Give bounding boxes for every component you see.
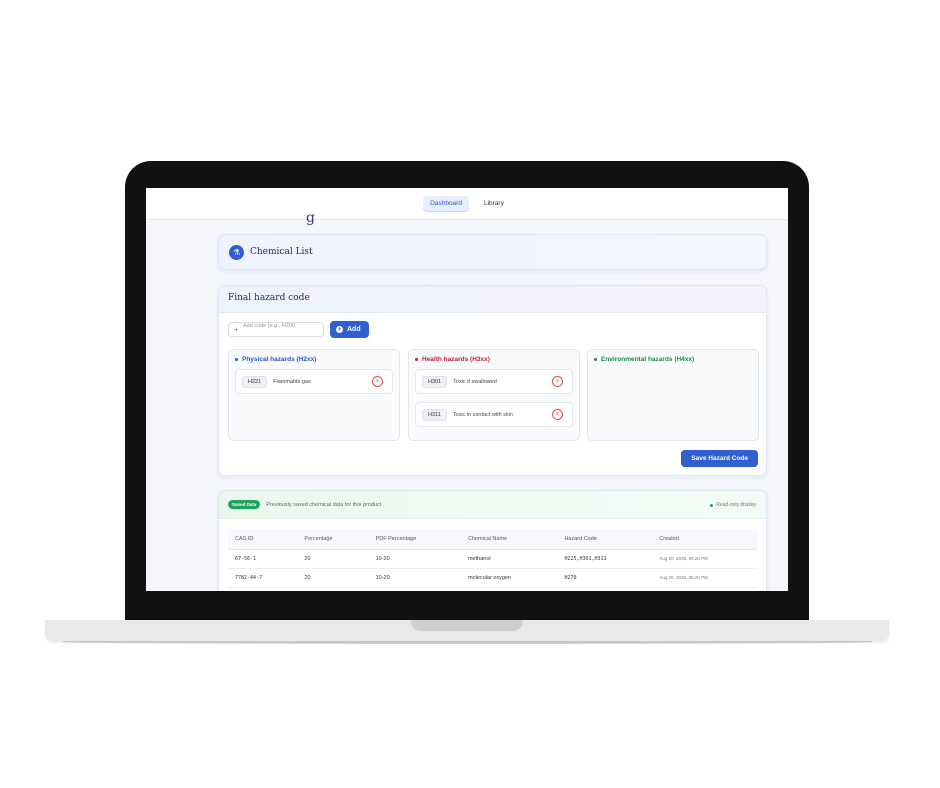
stage: Dashboard Library g ⚗ Chemical List Fina… [0, 0, 940, 788]
hazard-code-input[interactable]: + Add code (e.g., H200 [228, 322, 324, 337]
saved-data-card: Saved Data Previously saved chemical dat… [218, 490, 767, 591]
created-cell: Aug 20, 2025, 06:20 PM [652, 549, 758, 569]
hazard-code-placeholder: Add code (e.g., H200 [243, 323, 295, 329]
pdf-percentage-cell: 10-20 [368, 549, 461, 569]
health-hazards-column: Health hazards (H3xx) H301 Toxic if swal… [408, 349, 580, 441]
chemical-name-cell: molecular oxygen [460, 568, 558, 588]
read-only-indicator: Read-only display [710, 502, 756, 508]
table-header-row: CAS ID Percentage PDF Percentage Chemica… [228, 529, 758, 550]
hazard-description: Flammable gas [273, 378, 311, 385]
chemical-list-title: Chemical List [250, 247, 313, 257]
percentage-cell: 20 [297, 568, 369, 588]
save-hazard-code-button[interactable]: Save Hazard Code [681, 450, 758, 467]
bullet-icon [235, 358, 238, 361]
saved-data-description: Previously saved chemical data for this … [266, 501, 382, 508]
hazard-code-chip: H311 [422, 408, 447, 421]
hazard-item: H311 Toxic in contact with skin × [415, 402, 573, 427]
saved-data-table: CAS ID Percentage PDF Percentage Chemica… [228, 529, 758, 588]
app-screen: Dashboard Library g ⚗ Chemical List Fina… [146, 188, 788, 591]
hazard-code-chip: H221 [242, 375, 268, 388]
hazard-code-cell: H225,H301,H311 [557, 549, 653, 569]
bullet-icon [594, 358, 597, 361]
bullet-icon [415, 358, 418, 361]
column-header: PDF Percentage [368, 529, 461, 550]
hazard-code-chip: H301 [422, 375, 448, 388]
remove-icon[interactable]: × [552, 409, 563, 420]
remove-icon[interactable]: × [552, 376, 563, 387]
hazard-code-card: Final hazard code + Add code (e.g., H200… [218, 285, 767, 476]
physical-hazards-title: Physical hazards (H2xx) [242, 356, 317, 363]
saved-data-header: Saved Data Previously saved chemical dat… [219, 491, 766, 519]
top-nav: Dashboard Library [146, 188, 788, 220]
hazard-card-title: Final hazard code [219, 286, 766, 313]
chemical-name-cell: methanol [460, 549, 558, 569]
column-header: Created [652, 529, 758, 550]
percentage-cell: 20 [297, 549, 369, 569]
table-row: 7782-44-7 20 10-20 molecular oxygen H270… [228, 568, 758, 588]
add-code-row: + Add code (e.g., H200 + Add [228, 321, 369, 338]
page-title-fragment: g [306, 210, 316, 226]
physical-hazards-heading: Physical hazards (H2xx) [235, 356, 393, 363]
environmental-hazards-heading: Environmental hazards (H4xx) [594, 356, 752, 363]
add-code-button[interactable]: + Add [330, 321, 369, 338]
hazard-code-cell: H270 [557, 568, 653, 588]
laptop-notch [411, 620, 523, 631]
table-row: 67-56-1 20 10-20 methanol H225,H301,H311… [228, 549, 758, 569]
environmental-hazards-title: Environmental hazards (H4xx) [601, 356, 695, 363]
add-circle-icon: + [336, 326, 343, 333]
tab-dashboard[interactable]: Dashboard [423, 196, 469, 211]
created-cell: Aug 20, 2025, 06:20 PM [652, 568, 758, 588]
hazard-item: H301 Toxic if swallowed × [415, 369, 573, 394]
health-hazards-title: Health hazards (H3xx) [422, 356, 490, 363]
hazard-description: Toxic if swallowed [453, 378, 497, 385]
saved-data-badge: Saved Data [228, 500, 261, 509]
environmental-hazards-column: Environmental hazards (H4xx) [587, 349, 759, 441]
cas-id-cell: 7782-44-7 [228, 568, 298, 588]
chemical-list-card[interactable]: ⚗ Chemical List [218, 234, 767, 270]
tab-library[interactable]: Library [477, 196, 511, 211]
status-dot-icon [710, 503, 714, 507]
column-header: Chemical Name [460, 529, 558, 550]
plus-icon: + [234, 325, 239, 334]
hazard-item: H221 Flammable gas × [235, 369, 393, 394]
column-header: Hazard Code [557, 529, 653, 550]
remove-icon[interactable]: × [372, 376, 383, 387]
column-header: CAS ID [228, 529, 298, 550]
pdf-percentage-cell: 10-20 [368, 568, 461, 588]
physical-hazards-column: Physical hazards (H2xx) H221 Flammable g… [228, 349, 400, 441]
hazard-description: Toxic in contact with skin [452, 411, 513, 418]
add-code-label: Add [347, 326, 361, 333]
read-only-label: Read-only display [716, 502, 756, 508]
flask-icon: ⚗ [229, 244, 244, 260]
health-hazards-heading: Health hazards (H3xx) [415, 356, 573, 363]
cas-id-cell: 67-56-1 [228, 549, 298, 569]
column-header: Percentage [297, 529, 369, 550]
